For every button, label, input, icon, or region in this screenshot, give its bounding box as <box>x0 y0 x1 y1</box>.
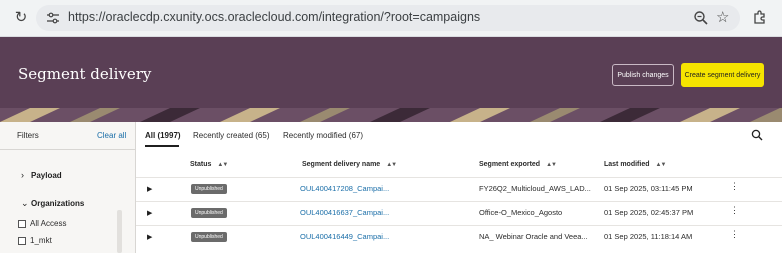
segment-exported: NA_ Webinar Oracle and Veea... <box>479 232 588 241</box>
banner-decoration <box>0 108 782 122</box>
search-icon[interactable] <box>751 129 763 141</box>
create-segment-delivery-button[interactable]: Create segment delivery <box>681 63 764 87</box>
checkbox[interactable] <box>18 219 26 228</box>
column-header-last-modified[interactable]: Last modified ▲▼ <box>604 161 667 168</box>
filters-scrollbar[interactable] <box>117 210 122 253</box>
reload-icon[interactable]: ↻ <box>12 9 30 27</box>
tab-all[interactable]: All (1997) <box>145 131 181 140</box>
segment-exported: Office-O_Mexico_Agosto <box>479 208 563 217</box>
zoom-icon[interactable] <box>693 10 709 26</box>
segment-delivery-name-link[interactable]: OUL400416637_Campai... <box>300 208 389 217</box>
last-modified: 01 Sep 2025, 11:18:14 AM <box>604 232 693 241</box>
tab-bar: All (1997) Recently created (65) Recentl… <box>136 122 782 150</box>
more-actions-icon[interactable]: ⋮ <box>730 182 739 191</box>
more-actions-icon[interactable]: ⋮ <box>730 230 739 239</box>
table-row[interactable]: ▶ Unpublished OUL400416449_Campai... NA_… <box>136 225 782 248</box>
status-badge: Unpublished <box>191 208 227 218</box>
more-actions-icon[interactable]: ⋮ <box>730 206 739 215</box>
filter-option-all-access[interactable]: All Access <box>18 219 66 228</box>
extensions-icon[interactable] <box>752 9 768 25</box>
clear-all-link[interactable]: Clear all <box>97 131 126 140</box>
expand-row-icon[interactable]: ▶ <box>147 233 152 241</box>
sort-icon[interactable]: ▲▼ <box>656 162 667 168</box>
chevron-right-icon: › <box>21 170 24 180</box>
checkbox[interactable] <box>18 236 26 245</box>
sort-icon[interactable]: ▲▼ <box>386 162 397 168</box>
filter-option-1-mkt[interactable]: 1_mkt <box>18 236 52 245</box>
page-header-banner: Segment delivery Publish changes Create … <box>0 37 782 122</box>
filters-panel: Filters Clear all › Payload ⌄ Organization… <box>0 122 136 253</box>
table-header: Status ▲▼ Segment delivery name ▲▼ Segment… <box>136 155 782 175</box>
segment-exported: FY26Q2_Multicloud_AWS_LAD... <box>479 184 591 193</box>
page-title: Segment delivery <box>18 65 152 83</box>
chevron-down-icon: ⌄ <box>21 198 29 208</box>
table-row[interactable]: ▶ Unpublished OUL400416637_Campai... Off… <box>136 201 782 224</box>
status-badge: Unpublished <box>191 184 227 194</box>
expand-row-icon[interactable]: ▶ <box>147 185 152 193</box>
table-row[interactable]: ▶ Unpublished OUL400417208_Campai... FY2… <box>136 177 782 200</box>
last-modified: 01 Sep 2025, 03:11:45 PM <box>604 184 693 193</box>
tab-recently-modified[interactable]: Recently modified (67) <box>283 131 363 140</box>
site-settings-icon[interactable] <box>46 11 60 25</box>
browser-toolbar: ↻ https://oraclecdp.cxunity.ocs.oraclecl… <box>0 0 782 37</box>
filter-group-organizations[interactable]: ⌄ Organizations <box>21 198 84 209</box>
sort-icon[interactable]: ▲▼ <box>546 162 557 168</box>
address-bar[interactable]: https://oraclecdp.cxunity.ocs.oracleclou… <box>36 5 740 31</box>
bookmark-star-icon[interactable]: ☆ <box>716 8 729 26</box>
sort-icon[interactable]: ▲▼ <box>217 162 228 168</box>
status-badge: Unpublished <box>191 232 227 242</box>
segment-delivery-name-link[interactable]: OUL400417208_Campai... <box>300 184 389 193</box>
expand-row-icon[interactable]: ▶ <box>147 209 152 217</box>
publish-changes-button[interactable]: Publish changes <box>612 64 674 86</box>
filters-heading: Filters <box>17 131 39 140</box>
tab-recently-created[interactable]: Recently created (65) <box>193 131 269 140</box>
column-header-status[interactable]: Status ▲▼ <box>190 161 228 168</box>
last-modified: 01 Sep 2025, 02:45:37 PM <box>604 208 694 217</box>
url-text[interactable]: https://oraclecdp.cxunity.ocs.oracleclou… <box>68 10 480 24</box>
active-tab-indicator <box>145 145 179 147</box>
divider <box>0 149 136 150</box>
column-header-segment[interactable]: Segment exported ▲▼ <box>479 161 557 168</box>
filter-group-payload[interactable]: › Payload <box>21 170 62 180</box>
segment-delivery-name-link[interactable]: OUL400416449_Campai... <box>300 232 389 241</box>
column-header-name[interactable]: Segment delivery name ▲▼ <box>302 161 397 168</box>
